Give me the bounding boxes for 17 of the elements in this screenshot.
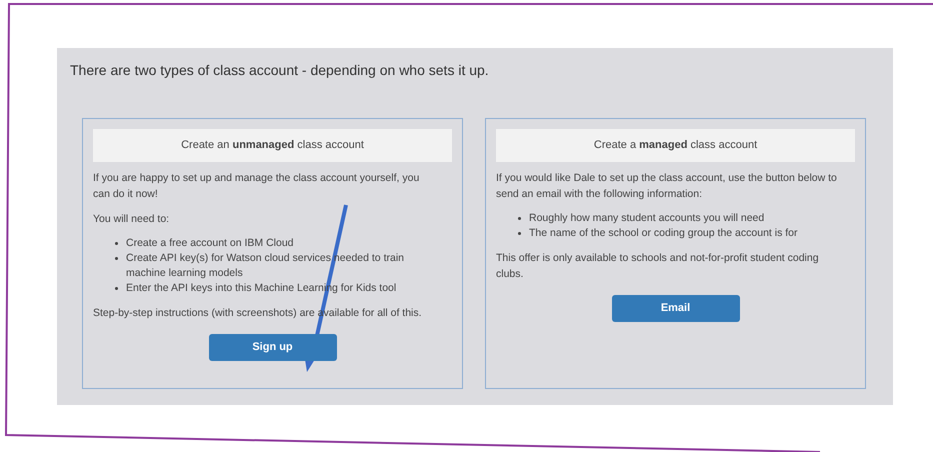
paragraph: If you would like Dale to set up the class account, use the button below to send an email with the following information: <box>496 171 838 202</box>
paragraph: You will need to: <box>93 212 170 227</box>
list-item: The name of the school or coding group the account is for <box>529 226 798 241</box>
bullet-icon <box>115 287 118 290</box>
action-button[interactable]: Sign up <box>208 334 336 361</box>
bullet-icon <box>115 257 118 260</box>
paragraph: If you are happy to set up and manage the class account yourself, you can do it now! <box>93 171 420 202</box>
action-button[interactable]: Email <box>612 295 740 322</box>
paragraph: This offer is only available to schools and not-for-profit student coding clubs. <box>496 251 820 282</box>
card-title-text: Create a managed class account <box>594 138 758 154</box>
intro-text: There are two types of class account - depending on who sets it up. <box>70 61 490 80</box>
bullet-icon <box>115 242 118 245</box>
list-item: Roughly how many student accounts you will need <box>529 211 766 226</box>
bullet-icon <box>518 232 521 235</box>
list-item: Create a free account on IBM Cloud <box>126 236 295 251</box>
bullet-icon <box>518 217 521 220</box>
card-title-text: Create an unmanaged class account <box>181 138 364 154</box>
